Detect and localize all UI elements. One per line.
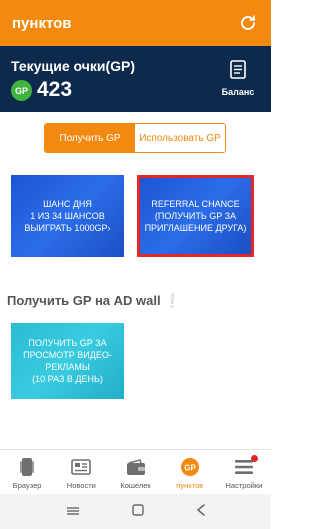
nav-item-points[interactable]: GP пунктов: [163, 450, 217, 494]
referral-chance-card[interactable]: REFERRAL CHANCE (ПОЛУЧИТЬ GP ЗА ПРИГЛАШЕ…: [137, 175, 254, 257]
balance-button[interactable]: Баланс: [215, 60, 261, 100]
nav-item-settings[interactable]: Настройки: [217, 450, 271, 494]
ad-wall-title-text: Получить GP на AD wall: [7, 293, 161, 308]
system-navigation-bar: [0, 494, 271, 529]
daily-chance-card[interactable]: ШАНС ДНЯ 1 ИЗ 34 ШАНСОВ ВЫИГРАТЬ 1000GP›: [11, 175, 124, 257]
nav-item-browser[interactable]: Браузер: [0, 450, 54, 494]
tab-use-gp[interactable]: Использовать GP: [135, 124, 225, 152]
browser-icon: [16, 457, 38, 477]
balance-label: Баланс: [221, 87, 255, 97]
points-value: 423: [37, 78, 73, 101]
svg-text:GP: GP: [184, 464, 196, 473]
ad-wall-title: Получить GP на AD wall ❕: [7, 293, 180, 309]
top-bar: пунктов: [0, 0, 271, 46]
points-panel: Текущие очки(GP) GP 423 Баланс: [0, 46, 271, 112]
nav-item-wallet[interactable]: Кошелек: [108, 450, 162, 494]
gp-coin-icon: GP: [11, 80, 32, 101]
video-ads-card[interactable]: ПОЛУЧИТЬ GP ЗА ПРОСМОТР ВИДЕО- РЕКЛАМЫ (…: [11, 323, 124, 399]
document-icon: [230, 60, 246, 79]
page-title: пунктов: [12, 14, 72, 32]
system-menu-icon[interactable]: [66, 503, 80, 521]
gp-tabs: Получить GP Использовать GP: [44, 123, 226, 153]
wallet-icon: [125, 457, 147, 477]
gp-points-icon: GP: [179, 457, 201, 477]
nav-item-news[interactable]: Новости: [54, 450, 108, 494]
nav-label-points: пунктов: [176, 481, 204, 490]
nav-label-settings: Настройки: [225, 481, 263, 490]
news-icon: [70, 457, 92, 477]
system-back-icon[interactable]: [196, 503, 206, 521]
bottom-navigation: Браузер Новости Кошелек GP пунктов Настр…: [0, 449, 271, 494]
nav-label-news: Новости: [66, 481, 96, 490]
nav-label-wallet: Кошелек: [120, 481, 151, 490]
tab-earn-gp[interactable]: Получить GP: [45, 124, 135, 152]
points-label: Текущие очки(GP): [11, 58, 136, 74]
system-home-icon[interactable]: [131, 503, 144, 521]
refresh-icon[interactable]: [237, 12, 259, 34]
exclamation-icon: ❕: [164, 293, 181, 308]
nav-label-browser: Браузер: [12, 481, 42, 490]
notification-dot: [251, 455, 259, 462]
